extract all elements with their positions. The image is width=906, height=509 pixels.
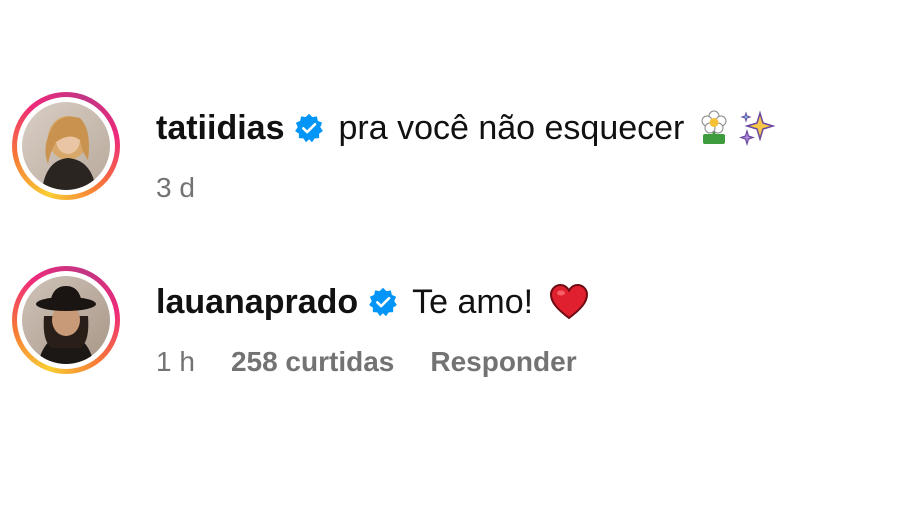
story-ring[interactable] (12, 266, 120, 374)
likes-count[interactable]: 258 curtidas (231, 346, 394, 378)
comment-item: lauanaprado Te amo! 1 h 258 curtidas Res… (12, 266, 613, 378)
comment-timestamp[interactable]: 1 h (156, 346, 195, 378)
comments-section: tatiidias pra você não esquecer 3 d laua… (0, 0, 906, 509)
comment-timestamp[interactable]: 3 d (156, 172, 195, 204)
username[interactable]: lauanaprado (156, 280, 358, 324)
heart-icon (550, 283, 589, 320)
comment-item: tatiidias pra você não esquecer 3 d (12, 92, 777, 204)
verified-badge-icon (295, 113, 324, 143)
comment-text: pra você não esquecer (338, 109, 685, 147)
avatar (22, 276, 110, 364)
reply-button[interactable]: Responder (430, 346, 576, 378)
flower-icon (701, 110, 727, 144)
comment-text: Te amo! (412, 283, 534, 321)
avatar (22, 102, 110, 190)
story-ring[interactable] (12, 92, 120, 200)
sparkles-icon (739, 110, 777, 147)
verified-badge-icon (369, 287, 398, 317)
username[interactable]: tatiidias (156, 106, 284, 150)
